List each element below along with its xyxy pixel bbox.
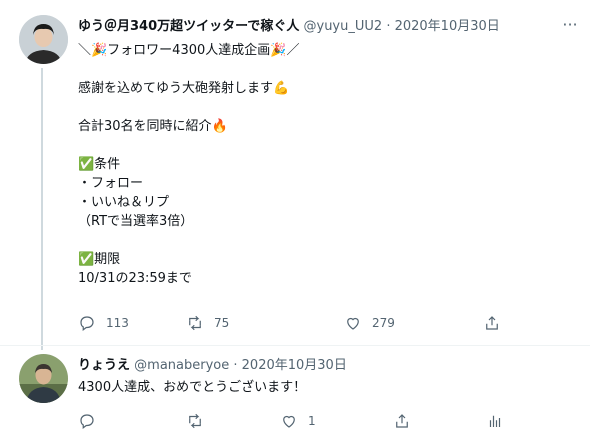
reply-button[interactable] (78, 410, 96, 432)
reply-count: 113 (106, 316, 129, 330)
reply-icon (80, 316, 94, 331)
tweet-header: りょうえ @manaberyoe · 2020年10月30日 (78, 357, 347, 375)
tweet-actions: 1 (78, 410, 508, 432)
reply-icon (80, 414, 94, 429)
separator: · (386, 19, 391, 34)
share-button[interactable] (483, 312, 501, 334)
handle[interactable]: @yuyu_UU2 (304, 19, 383, 34)
tweet-text: 4300人達成、おめでとうございます！ (78, 380, 307, 395)
display-name[interactable]: ゆう＠月340万超ツイッターで稼ぐ人 (78, 19, 299, 34)
handle[interactable]: @manaberyoe (134, 358, 229, 373)
share-icon (396, 414, 408, 428)
tweet-header: ゆう＠月340万超ツイッターで稼ぐ人 @yuyu_UU2 · 2020年10月3… (78, 18, 500, 36)
analytics-icon (489, 415, 501, 427)
tweet-date[interactable]: 2020年10月30日 (395, 19, 500, 34)
like-count: 279 (372, 316, 395, 330)
display-name[interactable]: りょうえ (78, 358, 130, 373)
like-count: 1 (308, 414, 316, 428)
reply-button[interactable]: 113 (78, 312, 129, 334)
retweet-button[interactable]: 75 (186, 312, 229, 334)
like-button[interactable]: 279 (344, 312, 395, 334)
avatar[interactable] (19, 354, 68, 403)
tweet-main[interactable]: ゆう＠月340万超ツイッターで稼ぐ人 @yuyu_UU2 · 2020年10月3… (0, 0, 590, 350)
avatar-photo (19, 354, 68, 403)
share-icon (486, 316, 498, 330)
heart-icon (283, 415, 295, 428)
tweet-actions: 113 75 279 (78, 312, 508, 334)
thread-line (41, 68, 43, 350)
analytics-button[interactable] (486, 410, 504, 432)
tweet-text: ＼🎉フォロワー4300人達成企画🎉／ 感謝を込めてゆう大砲発射します💪 合計30… (78, 43, 300, 286)
heart-icon (347, 317, 359, 330)
retweet-button[interactable] (186, 410, 204, 432)
tweet-date[interactable]: 2020年10月30日 (242, 358, 347, 373)
avatar-photo (19, 15, 68, 64)
more-options-icon[interactable]: ··· (558, 17, 582, 36)
separator: · (233, 358, 238, 373)
like-button[interactable]: 1 (280, 410, 316, 432)
share-button[interactable] (393, 410, 411, 432)
avatar[interactable] (19, 15, 68, 64)
retweet-icon (189, 315, 201, 331)
retweet-count: 75 (214, 316, 230, 330)
retweet-icon (189, 413, 201, 429)
